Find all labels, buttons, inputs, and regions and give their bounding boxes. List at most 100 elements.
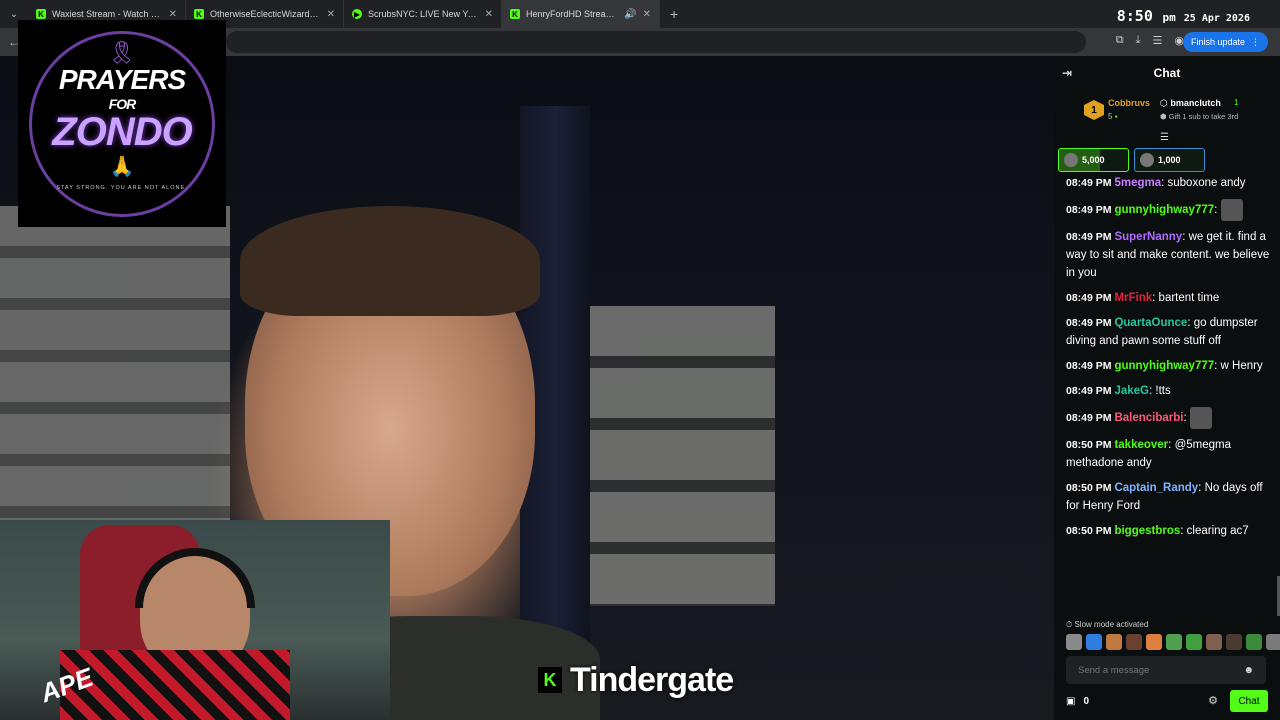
new-tab-button[interactable]: + xyxy=(660,6,688,22)
message-timestamp: 08:49 PM xyxy=(1066,317,1115,329)
message-timestamp: 08:49 PM xyxy=(1066,204,1115,217)
emote-icon[interactable] xyxy=(1246,634,1262,650)
slow-mode-notice: ⏱ Slow mode activated xyxy=(1066,620,1149,629)
emote-icon[interactable] xyxy=(1186,634,1202,650)
tab-close-icon[interactable]: ✕ xyxy=(327,9,335,20)
message-username[interactable]: Balencibarbi xyxy=(1114,412,1183,424)
browser-tab-4[interactable]: K HenryFordHD Stream - Wa 🔊 ✕ xyxy=(502,0,660,28)
chat-footer: ▣ 0 ⚙ Chat xyxy=(1066,690,1268,712)
logo-tagline: STAY STRONG. YOU ARE NOT ALONE. xyxy=(56,185,188,191)
message-timestamp: 08:49 PM xyxy=(1066,177,1115,189)
goal-value: 5,000 xyxy=(1082,155,1105,165)
message-timestamp: 08:49 PM xyxy=(1066,292,1115,304)
clock-overlay: 8:50 pm 25 Apr 2026 xyxy=(1117,6,1250,25)
chat-message: 08:49 PM SuperNanny: we get it. find a w… xyxy=(1066,228,1272,282)
message-timestamp: 08:50 PM xyxy=(1066,439,1115,451)
tab-title: OtherwiseEclecticWizard Stream xyxy=(210,9,321,19)
message-username[interactable]: 5megma xyxy=(1114,177,1161,189)
emote-icon[interactable] xyxy=(1226,634,1242,650)
ribbon-icon: 🎗 xyxy=(108,39,136,65)
message-timestamp: 08:50 PM xyxy=(1066,482,1115,494)
kick-logo-icon: K xyxy=(538,667,562,693)
leader-second-name[interactable]: ⬡ bmanclutch xyxy=(1160,98,1221,109)
tab-title: Waxiest Stream - Watch Live on xyxy=(52,9,163,19)
finish-update-button[interactable]: Finish update ⋮ xyxy=(1182,32,1268,52)
emote-icon[interactable] xyxy=(1166,634,1182,650)
message-timestamp: 08:49 PM xyxy=(1066,412,1115,425)
praying-hands-icon: 🙏 xyxy=(109,156,135,178)
logo-line3: ZONDO xyxy=(52,110,192,154)
clock-time: 8:50 pm xyxy=(1116,7,1176,25)
chat-header: ⇥ Chat xyxy=(1054,56,1280,90)
tab-audio-icon[interactable]: 🔊 xyxy=(624,9,636,20)
download-icon[interactable]: ⤓ xyxy=(1136,34,1141,47)
more-menu-icon: ⋮ xyxy=(1251,36,1260,47)
finish-update-label: Finish update xyxy=(1190,37,1245,47)
goal-bar-2[interactable]: 1,000 xyxy=(1134,148,1205,172)
emote-icon[interactable] xyxy=(1086,634,1102,650)
caption-overlay: K Tindergate xyxy=(538,660,734,699)
tab-close-icon[interactable]: ✕ xyxy=(485,9,493,20)
gift-sub-prompt[interactable]: ⬢ Gift 1 sub to take 3rd xyxy=(1160,112,1238,121)
message-username[interactable]: QuartaOunce xyxy=(1114,317,1187,329)
emote-icon[interactable] xyxy=(1206,634,1222,650)
reading-list-icon[interactable]: ☰ xyxy=(1153,34,1163,47)
chat-message: 08:49 PM JakeG: !tts xyxy=(1066,382,1272,400)
browser-tab-3[interactable]: ▶ ScrubsNYC: LIVE New York ✕ xyxy=(344,0,502,28)
logo-line1: PRAYERS xyxy=(58,64,186,95)
message-username[interactable]: Captain_Randy xyxy=(1114,482,1198,494)
emote-icon[interactable] xyxy=(1146,634,1162,650)
points-counter[interactable]: ▣ 0 xyxy=(1066,696,1089,707)
message-text: suboxone andy xyxy=(1167,177,1246,189)
chat-message-input[interactable] xyxy=(1078,664,1244,676)
goal-avatar-icon xyxy=(1064,153,1078,167)
emote-icon[interactable] xyxy=(1066,634,1082,650)
message-username[interactable]: MrFink xyxy=(1114,292,1152,304)
chat-message: 08:50 PM takkeover: @5megma methadone an… xyxy=(1066,436,1272,472)
message-emote-icon xyxy=(1189,407,1212,429)
message-text: !tts xyxy=(1155,385,1171,397)
chat-message: 08:50 PM Captain_Randy: No days off for … xyxy=(1066,479,1272,515)
caption-text: Tindergate xyxy=(570,660,734,699)
logo-ring: 🎗 PRAYERS FOR ZONDO 🙏 STAY STRONG. YOU A… xyxy=(29,30,215,217)
chat-send-button[interactable]: Chat xyxy=(1230,690,1268,712)
emote-icon[interactable] xyxy=(1126,634,1142,650)
message-username[interactable]: SuperNanny xyxy=(1114,231,1182,243)
message-username[interactable]: takkeover xyxy=(1114,439,1168,451)
kick-favicon-icon: K xyxy=(36,9,46,19)
message-text: w Henry xyxy=(1220,360,1263,372)
message-timestamp: 08:50 PM xyxy=(1066,525,1115,537)
chat-message: 08:49 PM Balencibarbi: xyxy=(1066,407,1272,429)
message-username[interactable]: gunnyhighway777 xyxy=(1114,360,1214,372)
scene-building-right xyxy=(590,306,775,606)
chat-settings-gear-icon[interactable]: ⚙ xyxy=(1208,694,1218,707)
collapse-chat-icon[interactable]: ⇥ xyxy=(1062,66,1072,80)
message-username[interactable]: JakeG xyxy=(1114,385,1149,397)
tab-close-icon[interactable]: ✕ xyxy=(169,9,177,20)
message-input-box[interactable]: ☻ xyxy=(1066,656,1266,684)
rumble-favicon-icon: ▶ xyxy=(352,9,362,19)
chat-message: 08:49 PM gunnyhighway777: w Henry xyxy=(1066,357,1272,375)
emote-icon[interactable] xyxy=(1106,634,1122,650)
streamer-hair xyxy=(240,206,540,316)
pinned-expand-icon[interactable]: ☰ xyxy=(1160,132,1169,143)
address-bar[interactable] xyxy=(226,31,1086,53)
tab-title: HenryFordHD Stream - Wa xyxy=(526,9,618,19)
extensions-icon[interactable]: ⧉ xyxy=(1116,34,1124,47)
message-text: bartent time xyxy=(1158,292,1220,304)
message-username[interactable]: gunnyhighway777 xyxy=(1114,204,1214,216)
tab-close-icon[interactable]: ✕ xyxy=(643,9,651,20)
emote-icon[interactable] xyxy=(1266,634,1280,650)
clock-date: 25 Apr 2026 xyxy=(1183,13,1250,24)
leader-first-name[interactable]: Cobbruvs xyxy=(1108,98,1150,108)
tab-title: ScrubsNYC: LIVE New York xyxy=(368,9,479,19)
message-emote-icon xyxy=(1220,199,1243,221)
kick-favicon-icon: K xyxy=(510,9,520,19)
message-separator: : xyxy=(1214,204,1221,217)
message-username[interactable]: biggestbros xyxy=(1114,525,1180,537)
chat-messages[interactable]: 08:49 PM 5megma: suboxone andy 08:49 PM g… xyxy=(1066,174,1272,620)
app-root: ⌄ K Waxiest Stream - Watch Live on ✕ K O… xyxy=(0,0,1280,720)
goal-bar-1[interactable]: 5,000 xyxy=(1058,148,1129,172)
goal-value: 1,000 xyxy=(1158,155,1181,165)
emoji-picker-icon[interactable]: ☻ xyxy=(1243,665,1254,676)
